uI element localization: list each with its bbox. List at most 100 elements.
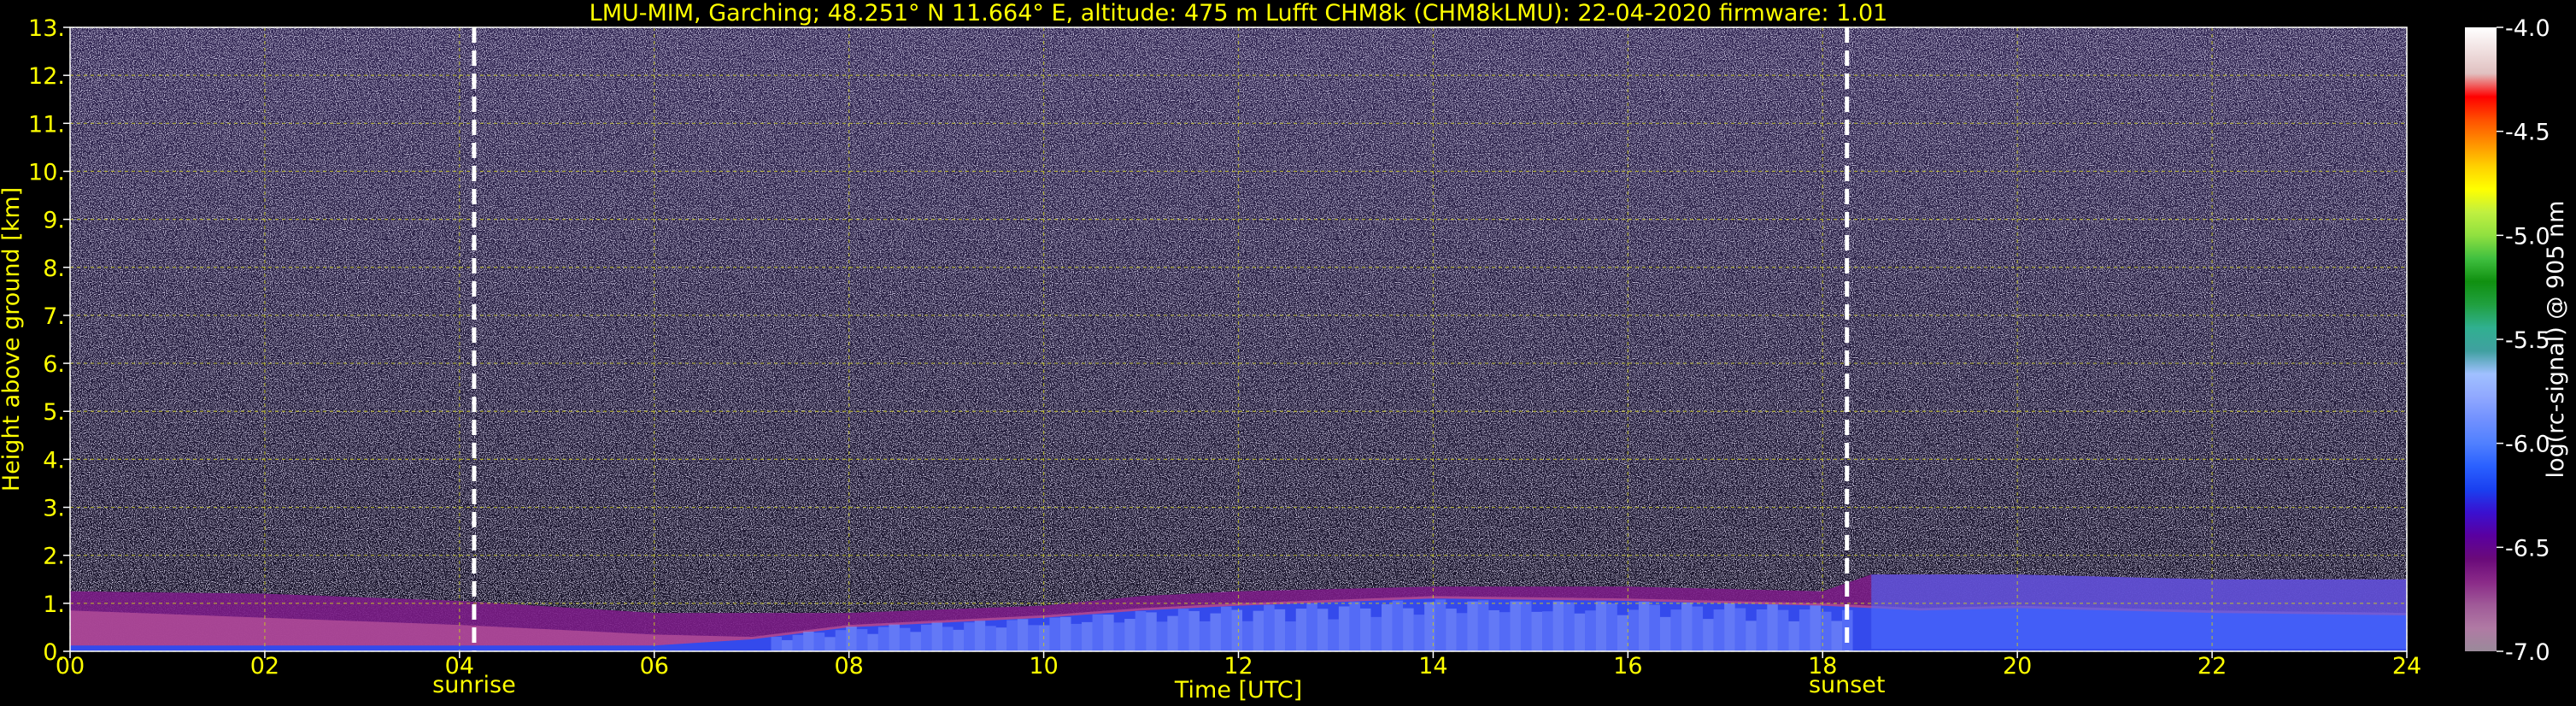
convective-plume — [1295, 609, 1307, 651]
convective-plume — [1231, 609, 1243, 651]
convective-plume — [1242, 621, 1253, 651]
convective-plume — [1103, 615, 1114, 651]
convective-plume — [1059, 616, 1071, 651]
y-tick-label: 9. — [43, 208, 65, 234]
convective-plume — [1392, 600, 1404, 651]
x-tick-label: 02 — [250, 653, 279, 680]
convective-plume — [1167, 615, 1178, 651]
x-tick-label: 18 — [1808, 653, 1837, 680]
y-tick-label: 10. — [28, 159, 65, 185]
y-tick-label: 8. — [43, 256, 65, 282]
x-tick-label: 22 — [2198, 653, 2227, 680]
convective-plume — [1777, 609, 1789, 651]
convective-plume — [1071, 623, 1083, 651]
y-tick-label: 11. — [28, 111, 65, 138]
colorbar-tick-label: -4.5 — [2505, 120, 2550, 146]
ceilometer-chart: LMU-MIM, Garching; 48.251° N 11.664° E, … — [0, 0, 2569, 703]
y-tick-label: 3. — [43, 496, 65, 522]
convective-plume — [1734, 608, 1746, 651]
convective-plume — [964, 622, 975, 651]
convective-plume — [1542, 611, 1553, 651]
convective-plume — [813, 632, 825, 651]
convective-plume — [1328, 619, 1339, 651]
convective-plume — [835, 630, 847, 651]
convective-plume — [1746, 621, 1757, 651]
convective-plume — [1574, 613, 1586, 651]
convective-plume — [1520, 601, 1532, 651]
convective-plume — [1799, 609, 1810, 651]
convective-plume — [995, 627, 1007, 651]
convective-plume — [1446, 609, 1457, 651]
y-tick-label: 5. — [43, 399, 65, 426]
colorbar-label: log(rc-signal) @ 905 nm — [2543, 201, 2569, 479]
y-tick-label: 12. — [28, 63, 65, 90]
convective-plume — [1692, 606, 1704, 651]
convective-plume — [1370, 616, 1382, 651]
convective-plume — [1359, 608, 1371, 651]
colorbar-tick-label: -7.0 — [2505, 639, 2550, 666]
convective-plume — [1713, 609, 1725, 651]
convective-plume — [1510, 601, 1521, 651]
convective-plume — [1670, 609, 1682, 651]
y-tick-label: 4. — [43, 447, 65, 474]
convective-plume — [1156, 621, 1168, 651]
convective-plume — [1564, 602, 1575, 651]
convective-plume — [1788, 621, 1799, 651]
convective-plume — [1703, 619, 1714, 651]
convective-plume — [1531, 611, 1543, 651]
convective-plume — [1724, 603, 1735, 651]
convective-plume — [1638, 602, 1650, 651]
chart-title: LMU-MIM, Garching; 48.251° N 11.664° E, … — [590, 0, 1888, 26]
signal-noise — [70, 27, 2407, 651]
convective-plume — [1467, 601, 1478, 651]
convective-plume — [1649, 604, 1660, 651]
convective-plume — [1317, 609, 1329, 651]
convective-plume — [1552, 601, 1564, 651]
convective-plume — [889, 624, 900, 651]
convective-plume — [1049, 617, 1060, 651]
convective-plume — [1188, 610, 1200, 651]
convective-plume — [1210, 613, 1221, 651]
convective-plume — [1220, 606, 1232, 651]
convective-plume — [1006, 620, 1018, 651]
colorbar-tick-label: -6.5 — [2505, 535, 2550, 562]
colorbar: -4.0-4.5-5.0-5.5-6.0-6.5-7.0 log(rc-sign… — [2465, 15, 2569, 666]
convective-plume — [867, 633, 878, 651]
convective-plume — [1628, 609, 1639, 651]
convective-plume — [1199, 621, 1211, 651]
y-tick-label: 13. — [28, 15, 65, 42]
convective-plume — [1274, 609, 1286, 651]
y-tick-label: 2. — [43, 544, 65, 570]
convective-plume — [910, 632, 921, 651]
convective-plume — [1349, 602, 1360, 651]
y-axis-label: Height above ground [km] — [0, 187, 25, 491]
y-tick-label: 6. — [43, 351, 65, 378]
convective-plume — [1338, 606, 1350, 651]
convective-plume — [1253, 610, 1265, 651]
x-tick-label: 24 — [2392, 653, 2421, 680]
x-tick-label: 08 — [834, 653, 863, 680]
convective-plume — [920, 624, 932, 651]
convective-plume — [803, 631, 814, 651]
convective-plume — [942, 627, 954, 651]
y-tick-label: 7. — [43, 303, 65, 330]
convective-plume — [974, 621, 986, 651]
convective-plume — [1435, 599, 1446, 651]
colorbar-tick-label: -4.0 — [2505, 15, 2550, 42]
x-tick-label: 16 — [1613, 653, 1642, 680]
convective-plume — [1767, 604, 1778, 651]
convective-plume — [1146, 612, 1157, 651]
x-axis-label: Time [UTC] — [1174, 677, 1302, 703]
convective-plume — [856, 629, 868, 651]
y-tick-label: 0. — [43, 639, 65, 666]
convective-plume — [1028, 625, 1039, 651]
convective-plume — [1092, 614, 1104, 651]
convective-plume — [792, 634, 804, 651]
convective-plume — [771, 637, 783, 651]
convective-plume — [953, 629, 965, 651]
convective-plume — [1285, 621, 1296, 651]
convective-plume — [1264, 604, 1275, 651]
convective-plume — [1082, 621, 1093, 651]
colorbar-scale — [2465, 27, 2497, 651]
convective-plume — [985, 626, 996, 651]
